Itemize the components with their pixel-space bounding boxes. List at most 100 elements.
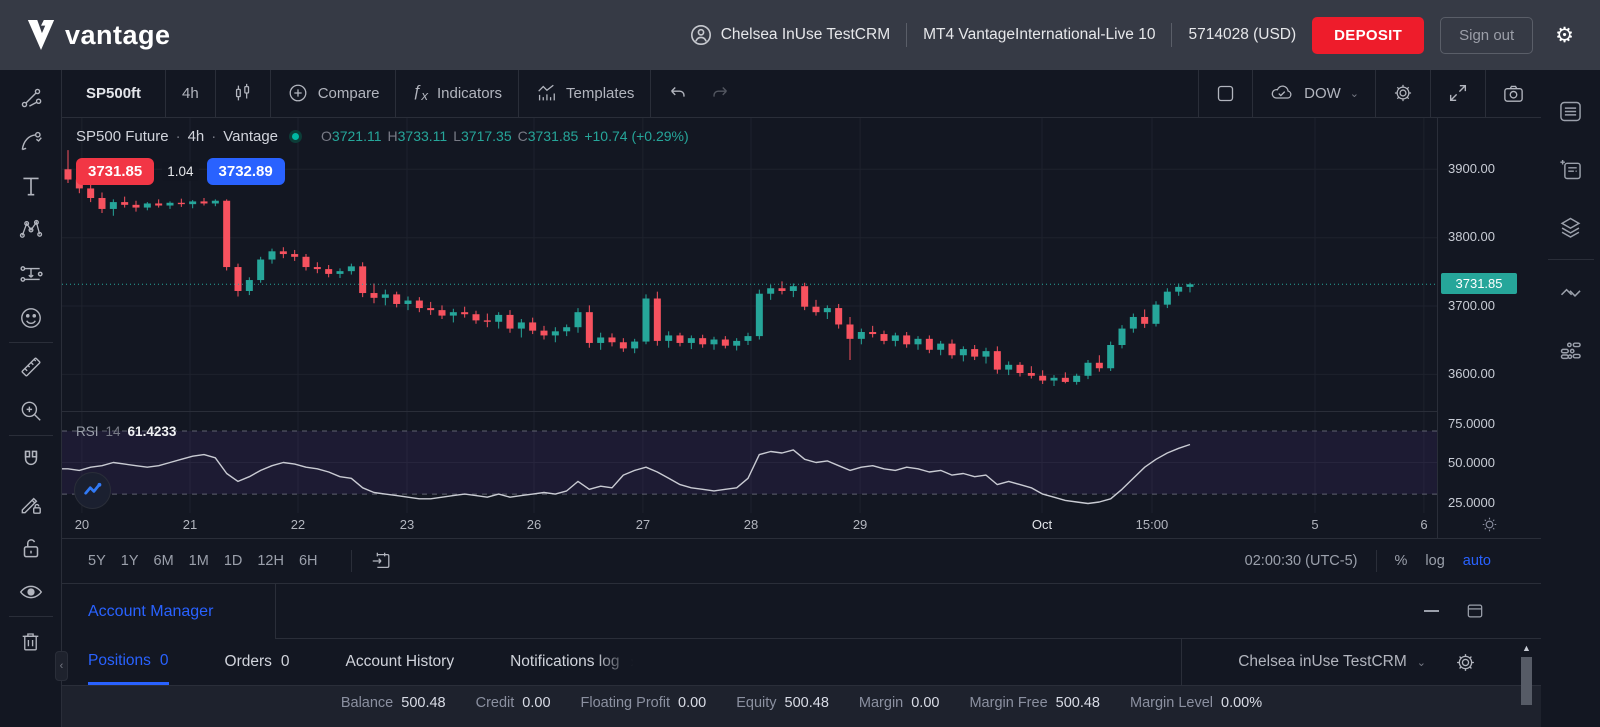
tab-notifications-log[interactable]: Notifications log ›	[510, 639, 636, 685]
range-12h[interactable]: 12H	[257, 553, 284, 569]
scrollbar-thumb[interactable]	[1521, 657, 1532, 705]
cloud-sync-icon	[1269, 82, 1295, 104]
ruler-icon[interactable]	[9, 345, 53, 389]
bid-tag[interactable]: 3731.85	[76, 158, 154, 185]
text-tool-icon[interactable]	[9, 164, 53, 208]
time-tick-label: 22	[291, 517, 305, 532]
rsi-legend[interactable]: RSI 14 61.4233	[76, 424, 176, 439]
compare-plus-icon	[287, 82, 309, 104]
rsi-tick-label: 25.0000	[1448, 495, 1495, 510]
log-scale-button[interactable]: log	[1425, 553, 1444, 569]
account-number: 5714028 (USD)	[1188, 26, 1296, 44]
fullscreen-icon	[1447, 82, 1469, 104]
time-tick-label: 28	[744, 517, 758, 532]
market-status-dot[interactable]	[289, 130, 302, 143]
positions-count: 0	[160, 652, 169, 670]
range-6m[interactable]: 6M	[154, 553, 174, 569]
time-tick-label: 26	[527, 517, 541, 532]
time-tick-label: Oct	[1032, 517, 1052, 532]
range-1y[interactable]: 1Y	[121, 553, 139, 569]
account-selector-dropdown[interactable]: Chelsea inUse TestCRM ⌄	[1238, 653, 1426, 671]
layout-select-button[interactable]	[1199, 70, 1253, 117]
chart-panes[interactable]: SP500 Future · 4h · Vantage O3721.11 H37…	[62, 118, 1541, 510]
indicators-button[interactable]: ƒx Indicators	[396, 70, 519, 117]
account-server: MT4 VantageInternational-Live 10	[923, 26, 1155, 44]
range-5y[interactable]: 5Y	[88, 553, 106, 569]
minimize-icon[interactable]	[1424, 610, 1439, 612]
account-summary-row: Balance500.48 Credit0.00 Floating Profit…	[62, 685, 1541, 727]
legend-interval[interactable]: 4h	[188, 128, 205, 145]
legend-symbol[interactable]: SP500 Future	[76, 128, 169, 145]
chevron-down-icon: ⌄	[1350, 87, 1359, 100]
alerts-zigzag-icon[interactable]	[1547, 263, 1595, 321]
scrollbar[interactable]: ▲	[1518, 641, 1535, 727]
tab-positions[interactable]: Positions 0	[88, 639, 169, 685]
watchlist-icon[interactable]	[1547, 82, 1595, 140]
trash-icon[interactable]	[9, 619, 53, 663]
fade-overlay	[594, 645, 640, 679]
forecast-icon[interactable]	[9, 252, 53, 296]
pitchfork-icon[interactable]	[9, 120, 53, 164]
draw-lock-icon[interactable]	[9, 482, 53, 526]
price-pane[interactable]: SP500 Future · 4h · Vantage O3721.11 H37…	[62, 118, 1437, 412]
redo-icon[interactable]	[709, 82, 731, 104]
zoom-in-icon[interactable]	[9, 389, 53, 433]
auto-scale-button[interactable]: auto	[1463, 553, 1491, 569]
range-1d[interactable]: 1D	[224, 553, 243, 569]
price-axis[interactable]: 3900.003800.003700.003600.0075.000050.00…	[1437, 118, 1541, 510]
drawing-toolbar: ‹	[0, 70, 62, 727]
layout-dropdown[interactable]: DOW ⌄	[1253, 70, 1376, 117]
undo-icon[interactable]	[667, 82, 689, 104]
time-tick-label: 20	[75, 517, 89, 532]
time-axis[interactable]: 2021222326272829Oct15:0056	[62, 510, 1541, 540]
calendar-goto-icon[interactable]	[370, 550, 392, 572]
emoji-icon[interactable]	[9, 296, 53, 340]
magnet-icon[interactable]	[9, 438, 53, 482]
pattern-icon[interactable]	[9, 208, 53, 252]
compare-button[interactable]: Compare	[271, 70, 397, 117]
eye-icon[interactable]	[9, 570, 53, 614]
price-tick-label: 3800.00	[1448, 229, 1495, 244]
time-tick-label: 29	[853, 517, 867, 532]
collapse-chevron-icon[interactable]: ‹	[55, 651, 68, 681]
signout-button[interactable]: Sign out	[1440, 17, 1533, 54]
fullscreen-button[interactable]	[1431, 70, 1486, 117]
snapshot-button[interactable]	[1486, 70, 1541, 117]
undo-redo-group	[651, 70, 747, 117]
interval-button[interactable]: 4h	[166, 70, 216, 117]
tab-orders[interactable]: Orders 0	[225, 639, 290, 685]
account-settings-gear-icon[interactable]	[1454, 651, 1477, 674]
user-name: Chelsea InUse TestCRM	[721, 26, 890, 44]
user-menu[interactable]: Chelsea InUse TestCRM	[689, 23, 890, 47]
range-1m[interactable]: 1M	[189, 553, 209, 569]
tradingview-logo[interactable]	[74, 472, 111, 509]
trend-line-icon[interactable]	[9, 76, 53, 120]
layout-square-icon	[1215, 83, 1236, 104]
templates-button[interactable]: Templates	[519, 70, 651, 117]
gear-icon[interactable]: ⚙	[1555, 23, 1574, 48]
details-icon[interactable]	[1547, 140, 1595, 198]
divider	[351, 550, 352, 572]
chart-type-button[interactable]	[216, 70, 271, 117]
restore-window-icon[interactable]	[1465, 601, 1485, 621]
sun-icon[interactable]	[1437, 510, 1541, 539]
symbol-button[interactable]: SP500ft	[62, 70, 166, 117]
chart-settings-button[interactable]	[1376, 70, 1431, 117]
time-tick-label: 27	[636, 517, 650, 532]
clock[interactable]: 02:00:30 (UTC-5)	[1245, 553, 1358, 569]
scroll-up-icon[interactable]: ▲	[1522, 641, 1531, 655]
hotlist-icon[interactable]	[1547, 321, 1595, 379]
account-manager-tab[interactable]: Account Manager	[62, 584, 276, 639]
sidebar-divider	[1548, 259, 1594, 260]
tab-account-history[interactable]: Account History	[346, 639, 455, 685]
lock-open-icon[interactable]	[9, 526, 53, 570]
range-6h[interactable]: 6H	[299, 553, 318, 569]
rsi-pane[interactable]: RSI 14 61.4233	[62, 412, 1437, 513]
percent-scale-button[interactable]: %	[1395, 553, 1408, 569]
ask-tag[interactable]: 3732.89	[207, 158, 285, 185]
time-tick-label: 6	[1420, 517, 1427, 532]
change-value: +10.74 (+0.29%)	[584, 128, 688, 144]
bid-ask-labels: 3731.85 1.04 3732.89	[76, 158, 285, 185]
deposit-button[interactable]: DEPOSIT	[1312, 17, 1424, 54]
layers-icon[interactable]	[1547, 198, 1595, 256]
